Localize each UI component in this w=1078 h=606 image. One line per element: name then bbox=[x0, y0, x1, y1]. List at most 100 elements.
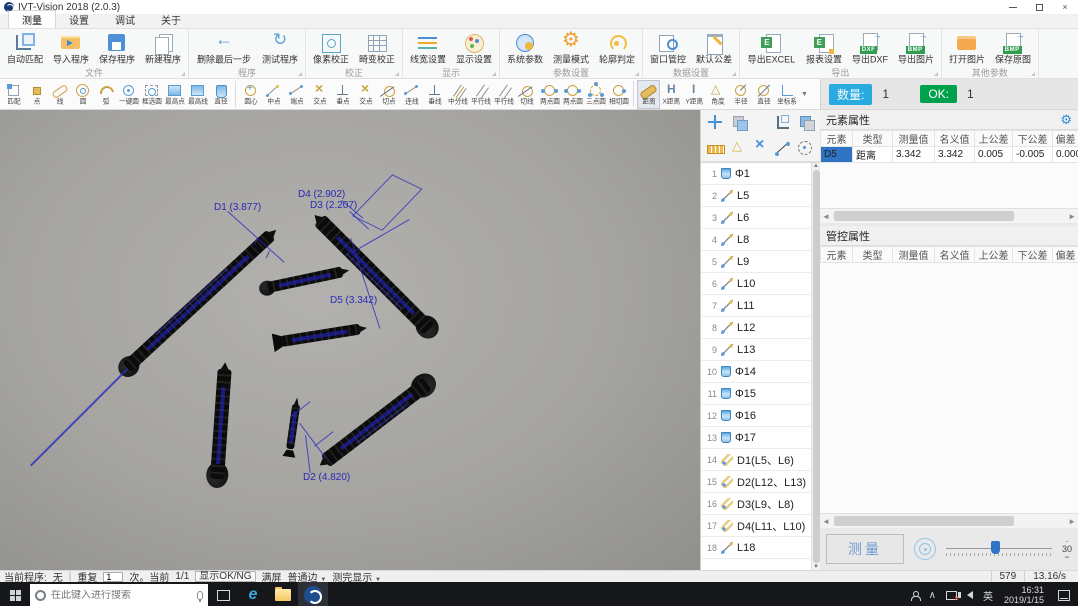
export-image-button[interactable]: BMP导出图片 bbox=[893, 29, 939, 67]
scrollbar-thumb[interactable] bbox=[813, 170, 820, 563]
tool-three-point-circle[interactable]: 三点圆 bbox=[584, 80, 607, 109]
repeat-count-input[interactable] bbox=[103, 572, 123, 582]
toolbar-overflow-arrow[interactable]: ▼ bbox=[801, 91, 808, 98]
tool-perpendicular-line[interactable]: 垂线 bbox=[423, 80, 446, 109]
scroll-up-arrow[interactable]: ▲ bbox=[813, 163, 819, 169]
test-program-button[interactable]: 测试程序 bbox=[257, 29, 303, 67]
tool-endpoint[interactable]: 端点 bbox=[285, 80, 308, 109]
list-item[interactable]: 2L5 bbox=[701, 185, 820, 207]
horizontal-scrollbar[interactable]: ◄► bbox=[820, 209, 1078, 223]
tool-point[interactable]: 点 bbox=[25, 80, 48, 109]
show-okng-button[interactable]: 显示OK/NG bbox=[195, 571, 255, 582]
tool-tangent-point[interactable]: 切点 bbox=[377, 80, 400, 109]
list-item[interactable]: 6L10 bbox=[701, 273, 820, 295]
ruler-icon[interactable] bbox=[707, 145, 725, 154]
close-button[interactable]: × bbox=[1052, 0, 1078, 14]
report-settings-button[interactable]: 报表设置 bbox=[801, 29, 847, 67]
scroll-right-arrow[interactable]: ► bbox=[1068, 517, 1076, 526]
contour-judgment-button[interactable]: 轮廓判定 bbox=[594, 29, 640, 67]
tool-arc[interactable]: 弧 bbox=[94, 80, 117, 109]
pixel-calibration-button[interactable]: 像素校正 bbox=[308, 29, 354, 67]
list-item[interactable]: 9L13 bbox=[701, 339, 820, 361]
file-explorer-button[interactable] bbox=[268, 582, 298, 606]
angle-tool-icon[interactable] bbox=[731, 140, 747, 156]
horizontal-scrollbar[interactable]: ◄► bbox=[820, 514, 1078, 528]
move-icon[interactable] bbox=[707, 114, 723, 130]
line-tool-icon[interactable] bbox=[775, 140, 791, 156]
list-item[interactable]: 17D4(L11、L10) bbox=[701, 515, 820, 537]
search-input[interactable] bbox=[51, 590, 192, 601]
vertical-scrollbar[interactable]: ▲▼ bbox=[811, 163, 820, 570]
tool-angle[interactable]: 角度 bbox=[706, 80, 729, 109]
save-program-button[interactable]: 保存程序 bbox=[94, 29, 140, 67]
action-center-icon[interactable] bbox=[1058, 590, 1070, 601]
new-program-button[interactable]: 新建程序 bbox=[140, 29, 186, 67]
tool-circle[interactable]: 圆 bbox=[71, 80, 94, 109]
auto-match-button[interactable]: 自动匹配 bbox=[2, 29, 48, 67]
list-item[interactable]: 11Φ15 bbox=[701, 383, 820, 405]
list-item[interactable]: 8L12 bbox=[701, 317, 820, 339]
tool-bisector-line[interactable]: 中分线 bbox=[446, 80, 469, 109]
list-item[interactable]: 3L6 bbox=[701, 207, 820, 229]
save-original-button[interactable]: BMP保存原图 bbox=[990, 29, 1036, 67]
list-item[interactable]: 7L11 bbox=[701, 295, 820, 317]
open-image-button[interactable]: 打开图片 bbox=[944, 29, 990, 67]
measure-button[interactable]: 测量 bbox=[826, 534, 904, 564]
tool-box-select-circle[interactable]: 框选圆 bbox=[140, 80, 163, 109]
ime-indicator[interactable]: 英 bbox=[978, 582, 998, 606]
list-item[interactable]: 10Φ14 bbox=[701, 361, 820, 383]
gear-icon[interactable]: ⚙ bbox=[1060, 113, 1072, 126]
volume-icon[interactable] bbox=[962, 582, 978, 606]
scrollbar-thumb[interactable] bbox=[834, 516, 1014, 526]
tab-debug[interactable]: 调试 bbox=[102, 11, 148, 28]
taskbar-clock[interactable]: 16:31 2019/1/15 bbox=[998, 585, 1050, 605]
tool-distance[interactable]: 距离 bbox=[637, 80, 660, 109]
tool-coordinate-system[interactable]: 坐标系 bbox=[775, 80, 798, 109]
slider-decrease[interactable]: − bbox=[1064, 553, 1069, 561]
coordinate-axes-icon[interactable] bbox=[774, 114, 790, 130]
tool-two-point-circle[interactable]: 两点圆 bbox=[538, 80, 561, 109]
start-button[interactable] bbox=[0, 582, 30, 606]
display-after-measure-button[interactable]: 测完显示 ▼ bbox=[332, 569, 381, 584]
ivt-vision-app-button[interactable] bbox=[298, 582, 328, 606]
maximize-button[interactable] bbox=[1026, 0, 1052, 14]
tool-parallel-line[interactable]: 平行线 bbox=[469, 80, 492, 109]
tab-measure[interactable]: 测量 bbox=[8, 10, 56, 28]
tool-x-distance[interactable]: X距离 bbox=[660, 80, 683, 109]
system-params-button[interactable]: 系统参数 bbox=[502, 29, 548, 67]
tool-parallel-line-2[interactable]: 平行线 bbox=[492, 80, 515, 109]
microphone-icon[interactable] bbox=[197, 591, 203, 600]
list-item[interactable]: 4L8 bbox=[701, 229, 820, 251]
threshold-slider[interactable] bbox=[946, 539, 1052, 559]
default-tolerance-button[interactable]: 默认公差 bbox=[691, 29, 737, 67]
tab-about[interactable]: 关于 bbox=[148, 11, 194, 28]
edge-browser-button[interactable]: e bbox=[238, 582, 268, 606]
distortion-correction-button[interactable]: 畸变校正 bbox=[354, 29, 400, 67]
list-item[interactable]: 15D2(L12、L13) bbox=[701, 471, 820, 493]
measure-mode-button[interactable]: 测量模式 bbox=[548, 29, 594, 67]
tool-intersection-2[interactable]: 交点 bbox=[354, 80, 377, 109]
taskbar-search[interactable] bbox=[30, 584, 208, 606]
slider-handle[interactable] bbox=[991, 541, 1000, 554]
scroll-left-arrow[interactable]: ◄ bbox=[822, 517, 830, 526]
tool-two-point-circle-2[interactable]: 两点圆 bbox=[561, 80, 584, 109]
tool-intersection[interactable]: 交点 bbox=[308, 80, 331, 109]
tool-foot-point[interactable]: 垂点 bbox=[331, 80, 354, 109]
copy-icon[interactable] bbox=[731, 114, 747, 130]
tool-one-key-circle[interactable]: 一键圆 bbox=[117, 80, 140, 109]
list-item[interactable]: 5L9 bbox=[701, 251, 820, 273]
scroll-right-arrow[interactable]: ► bbox=[1068, 212, 1076, 221]
task-view-button[interactable] bbox=[208, 582, 238, 606]
export-dxf-button[interactable]: DXF导出DXF bbox=[847, 29, 893, 67]
scroll-left-arrow[interactable]: ◄ bbox=[822, 212, 830, 221]
list-item[interactable]: 16D3(L9、L8) bbox=[701, 493, 820, 515]
tool-connect-line[interactable]: 连线 bbox=[400, 80, 423, 109]
import-program-button[interactable]: 导入程序 bbox=[48, 29, 94, 67]
tool-tangent-line[interactable]: 切线 bbox=[515, 80, 538, 109]
table-row[interactable]: D5距离3.3423.3420.005-0.0050.000 bbox=[821, 147, 1078, 163]
tool-diameter[interactable]: 直径 bbox=[209, 80, 232, 109]
layers-icon[interactable] bbox=[798, 114, 814, 130]
scrollbar-thumb[interactable] bbox=[834, 211, 1014, 221]
tool-line[interactable]: 线 bbox=[48, 80, 71, 109]
display-settings-button[interactable]: 显示设置 bbox=[451, 29, 497, 67]
